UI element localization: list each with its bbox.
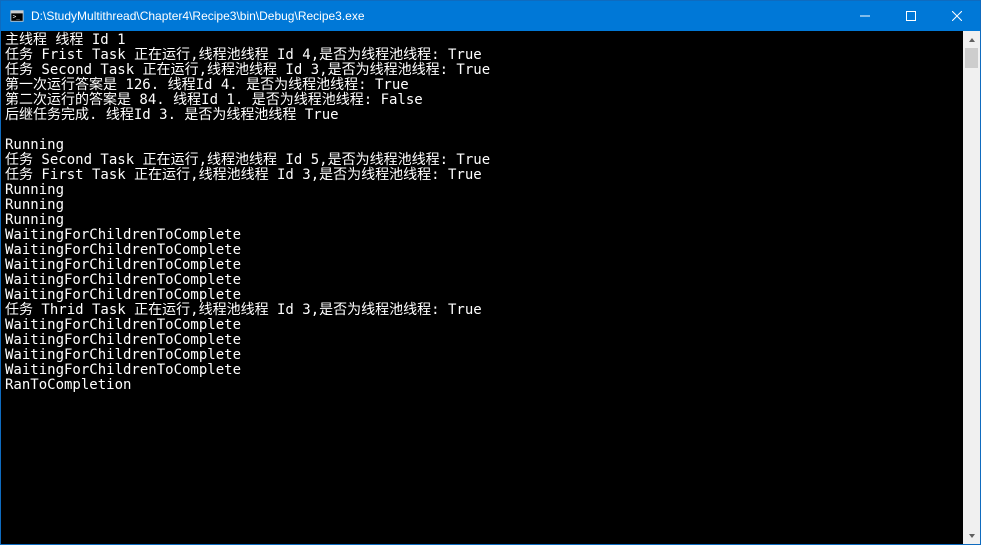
scroll-track[interactable] <box>963 48 980 527</box>
scroll-up-button[interactable] <box>963 31 980 48</box>
minimize-button[interactable] <box>842 1 888 31</box>
scroll-thumb[interactable] <box>965 48 978 68</box>
console-area: 主线程 线程 Id 1 任务 Frist Task 正在运行,线程池线程 Id … <box>1 31 980 544</box>
console-window: >_ D:\StudyMultithread\Chapter4\Recipe3\… <box>0 0 981 545</box>
svg-text:>_: >_ <box>13 14 21 21</box>
app-icon: >_ <box>9 8 25 24</box>
maximize-button[interactable] <box>888 1 934 31</box>
window-title: D:\StudyMultithread\Chapter4\Recipe3\bin… <box>31 9 842 23</box>
titlebar[interactable]: >_ D:\StudyMultithread\Chapter4\Recipe3\… <box>1 1 980 31</box>
scroll-down-button[interactable] <box>963 527 980 544</box>
window-controls <box>842 1 980 31</box>
console-output[interactable]: 主线程 线程 Id 1 任务 Frist Task 正在运行,线程池线程 Id … <box>1 31 963 544</box>
vertical-scrollbar[interactable] <box>963 31 980 544</box>
close-button[interactable] <box>934 1 980 31</box>
